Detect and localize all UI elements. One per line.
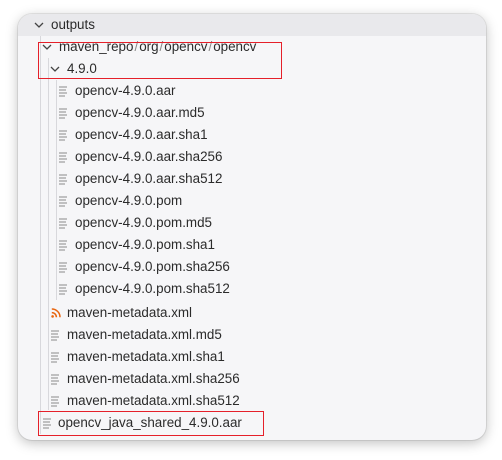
folder-label-outputs: outputs [51, 17, 95, 32]
tree-row-version-file[interactable]: opencv-4.9.0.pom.sha1 [18, 234, 486, 256]
tree-row-metadata-file[interactable]: maven-metadata.xml.sha512 [18, 390, 486, 412]
file-lines-icon [59, 108, 67, 119]
file-lines-icon [59, 174, 67, 185]
file-lines-icon [59, 240, 67, 251]
tree-row-metadata-file[interactable]: maven-metadata.xml [18, 302, 486, 324]
file-lines-icon [59, 262, 67, 273]
file-label: opencv-4.9.0.pom.sha512 [75, 281, 230, 296]
file-label: maven-metadata.xml [67, 305, 193, 320]
file-label: maven-metadata.xml.md5 [67, 327, 222, 342]
file-label: maven-metadata.xml.sha1 [67, 349, 225, 364]
file-label: maven-metadata.xml.sha512 [67, 393, 240, 408]
tree-row-metadata-file[interactable]: maven-metadata.xml.sha1 [18, 346, 486, 368]
file-lines-icon [59, 152, 67, 163]
tree-row-version-file[interactable]: opencv-4.9.0.pom [18, 190, 486, 212]
highlight-box-maven-repo [38, 42, 282, 79]
file-lines-icon [51, 374, 59, 385]
file-lines-icon [51, 330, 59, 341]
tree-row-version-file[interactable]: opencv-4.9.0.aar.sha256 [18, 146, 486, 168]
file-label: maven-metadata.xml.sha256 [67, 371, 240, 386]
file-lines-icon [59, 86, 67, 97]
file-lines-icon [51, 352, 59, 363]
chevron-down-icon[interactable] [33, 19, 45, 31]
file-label: opencv-4.9.0.pom.md5 [75, 215, 212, 230]
tree-row-outputs[interactable]: outputs [18, 14, 486, 36]
file-label: opencv-4.9.0.aar.sha1 [75, 127, 208, 142]
tree-row-metadata-file[interactable]: maven-metadata.xml.sha256 [18, 368, 486, 390]
file-label: opencv-4.9.0.aar.sha512 [75, 171, 223, 186]
tree-row-version-file[interactable]: opencv-4.9.0.aar.sha512 [18, 168, 486, 190]
rss-icon [51, 308, 61, 318]
highlight-box-shared-aar [38, 411, 264, 436]
file-label: opencv-4.9.0.aar.sha256 [75, 149, 223, 164]
tree-row-version-file[interactable]: opencv-4.9.0.aar.sha1 [18, 124, 486, 146]
tree-row-version-file[interactable]: opencv-4.9.0.aar.md5 [18, 102, 486, 124]
file-explorer-panel: outputs maven_repo/org/opencv/opencv 4.9… [18, 14, 486, 440]
tree-row-metadata-file[interactable]: maven-metadata.xml.md5 [18, 324, 486, 346]
file-lines-icon [59, 218, 67, 229]
tree-row-version-file[interactable]: opencv-4.9.0.pom.sha512 [18, 278, 486, 300]
file-lines-icon [59, 130, 67, 141]
file-label: opencv-4.9.0.aar.md5 [75, 105, 205, 120]
tree-row-version-file[interactable]: opencv-4.9.0.pom.md5 [18, 212, 486, 234]
file-label: opencv-4.9.0.aar [75, 83, 176, 98]
tree-row-version-file[interactable]: opencv-4.9.0.aar [18, 80, 486, 102]
tree-row-version-file[interactable]: opencv-4.9.0.pom.sha256 [18, 256, 486, 278]
file-label: opencv-4.9.0.pom [75, 193, 183, 208]
file-lines-icon [51, 396, 59, 407]
file-label: opencv-4.9.0.pom.sha1 [75, 237, 215, 252]
file-label: opencv-4.9.0.pom.sha256 [75, 259, 230, 274]
file-lines-icon [59, 196, 67, 207]
file-lines-icon [59, 284, 67, 295]
